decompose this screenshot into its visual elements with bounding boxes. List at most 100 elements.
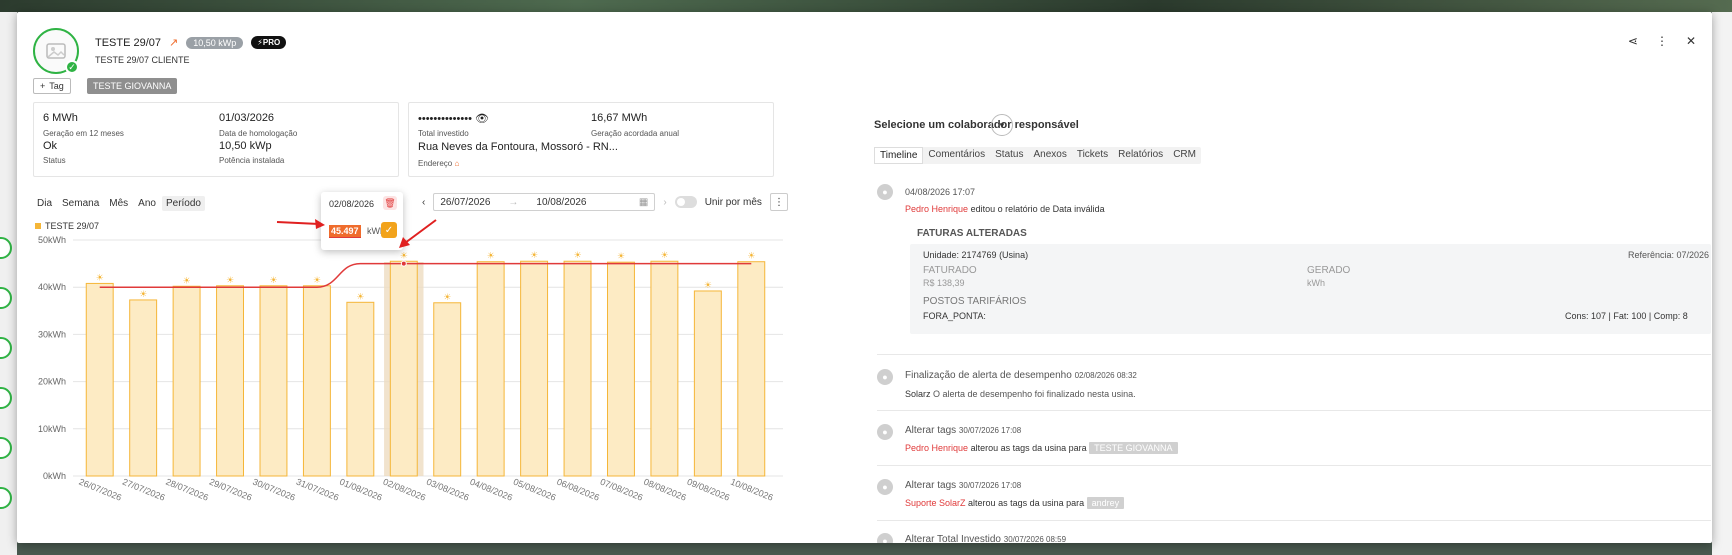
annotation-arrows [276,219,437,248]
invoice-reference: Referência: 07/2026 [1628,250,1710,260]
x-tick-label: 06/08/2026 [555,477,601,503]
y-tick-label: 30kWh [38,329,66,339]
bar [520,260,549,477]
bar [737,261,766,477]
close-icon[interactable]: ✕ [1686,34,1696,48]
timeline-title-text: Alterar tags [905,480,957,491]
x-tick-label: 10/08/2026 [729,477,775,503]
annotation-arrow-right [404,219,437,244]
bar [259,285,288,477]
sun-icon: ☀ [139,289,147,299]
y-tick-label: 0kWh [43,471,66,481]
bar [85,282,114,477]
sun-icon: ☀ [704,280,712,290]
timeline-text: alterou as tags da usina para [970,443,1087,453]
bar [563,260,592,477]
tab-reports[interactable]: Relatórios [1113,147,1168,164]
timeline-date: 30/07/2026 08:59 [1003,535,1067,543]
timeline-title: Finalização de alerta de desempenho 02/0… [905,370,1137,381]
background-left-panel [0,12,17,555]
responsible-title: Selecione um colaborador responsável [874,119,1079,131]
bar [433,302,462,477]
invoice-unit: Unidade: 2174769 (Usina) [923,250,1029,260]
sun-icon: ☀ [226,275,234,285]
status-circle [0,237,12,259]
timeline-user[interactable]: Suporte SolarZ [905,498,966,508]
timeline-date: 30/07/2026 17:08 [958,481,1022,490]
user-avatar-icon: ● [877,424,893,440]
detail-tabs: Timeline Comentários Status Anexos Ticke… [874,147,1201,164]
invoice-gerado-label: GERADO [1307,265,1351,276]
user-avatar-icon: ● [877,533,893,543]
timeline-separator [877,354,1711,355]
invoice-title: FATURAS ALTERADAS [917,228,1027,239]
bar [302,285,331,477]
responsible-dropdown-icon[interactable]: ▼ [991,114,1013,136]
tab-status[interactable]: Status [990,147,1028,164]
y-tick-label: 10kWh [38,424,66,434]
tab-comments[interactable]: Comentários [923,147,990,164]
background-right-panel [1712,12,1732,555]
user-avatar-icon: ● [877,479,893,495]
timeline-separator [877,465,1711,466]
bar [172,285,201,477]
timeline-entry: Solarz O alerta de desempenho foi finali… [905,389,1136,399]
x-tick-label: 30/07/2026 [251,477,297,503]
bar [216,285,244,477]
bar [389,260,418,477]
timeline-title: Alterar Total Investido 30/07/2026 08:59 [905,534,1066,543]
timeline-user[interactable]: Pedro Henrique [905,204,968,214]
invoice-fora-ponta-values: Cons: 107 | Fat: 100 | Comp: 8 [1565,311,1688,321]
more-options-icon[interactable]: ⋮ [1656,34,1668,48]
x-tick-label: 26/07/2026 [78,477,124,503]
y-tick-label: 20kWh [38,377,66,387]
timeline-title: Alterar tags 30/07/2026 17:08 [905,425,1021,436]
timeline-text: editou o relatório de Data inválida [970,204,1105,214]
bar [693,290,722,477]
x-tick-label: 02/08/2026 [382,477,428,503]
sun-icon: ☀ [269,275,277,285]
tab-timeline[interactable]: Timeline [874,147,924,164]
bar [346,301,375,477]
x-tick-label: 01/08/2026 [338,477,384,503]
x-tick-label: 08/08/2026 [642,477,688,503]
sun-icon: ☀ [96,272,104,282]
sun-icon: ☀ [313,275,321,285]
timeline-date: 30/07/2026 17:08 [958,426,1022,435]
user-avatar-icon: ● [877,184,893,200]
tab-crm[interactable]: CRM [1168,147,1201,164]
timeline-text: alterou as tags da usina para [968,498,1085,508]
x-tick-label: 27/07/2026 [121,477,167,503]
bar [129,299,158,477]
timeline-title: Alterar tags 30/07/2026 17:08 [905,480,1021,491]
status-circle [0,387,12,409]
timeline-date: 04/08/2026 17:07 [905,187,976,197]
tab-tickets[interactable]: Tickets [1072,147,1113,164]
x-tick-label: 29/07/2026 [208,477,254,503]
status-circle [0,337,12,359]
timeline-user[interactable]: Solarz [905,389,931,399]
timeline-separator [877,410,1711,411]
timeline-title-text: Alterar Total Investido [905,534,1001,543]
timeline-title-text: Alterar tags [905,425,957,436]
y-tick-label: 40kWh [38,282,66,292]
timeline-user[interactable]: Pedro Henrique [905,443,968,453]
plant-detail-modal: ✓ TESTE 29/07 ↗ 10,50 kWp ⚡PRO TESTE 29/… [17,12,1712,543]
timeline-separator [877,520,1711,521]
status-circle [0,287,12,309]
tag-chip: andrey [1086,497,1125,509]
bar [476,261,505,477]
x-tick-label: 07/08/2026 [599,477,645,503]
sun-icon: ☀ [183,275,191,285]
annotation-arrowhead-right [399,237,410,248]
background-photo [0,0,1732,12]
x-tick-label: 09/08/2026 [686,477,732,503]
timeline-title-text: Finalização de alerta de desempenho [905,370,1072,381]
invoice-postos-label: POSTOS TARIFÁRIOS [923,296,1027,307]
bar [607,261,635,477]
status-circle [0,437,12,459]
timeline-date: 02/08/2026 08:32 [1074,371,1137,380]
share-icon[interactable]: ⋖ [1628,34,1638,48]
tab-attachments[interactable]: Anexos [1028,147,1071,164]
timeline-entry: Pedro Henrique alterou as tags da usina … [905,442,1178,454]
